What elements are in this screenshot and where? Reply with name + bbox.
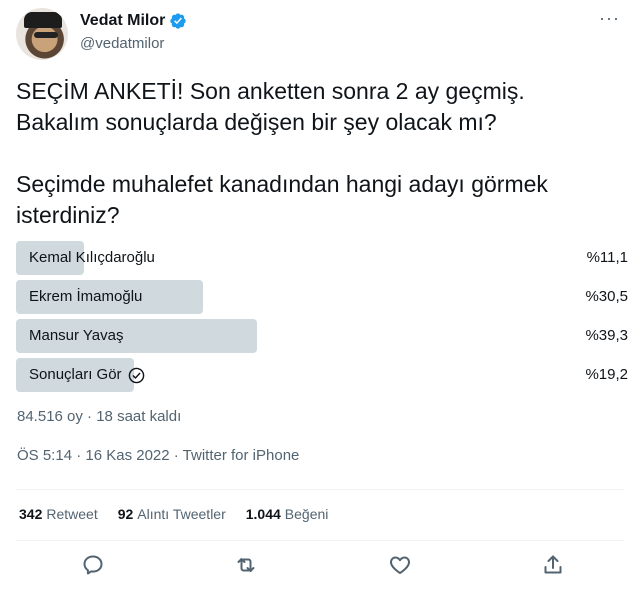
tweet-line: isterdiniz? xyxy=(16,202,120,228)
poll: Kemal Kılıçdaroğlu %11,1 Ekrem İmamoğlu … xyxy=(16,241,628,397)
poll-option-percent: %19,2 xyxy=(585,366,628,383)
tweet-timestamp[interactable]: ÖS 5:14 · 16 Kas 2022 · Twitter for iPho… xyxy=(17,447,299,464)
likes-stat[interactable]: 1.044 Beğeni xyxy=(246,506,329,522)
divider xyxy=(16,540,624,541)
poll-option-percent: %30,5 xyxy=(585,288,628,305)
tweet-line: Seçimde muhalefet kanadından hangi adayı… xyxy=(16,171,548,197)
action-bar xyxy=(0,553,640,583)
poll-vote-count: 84.516 oy · 18 saat kaldı xyxy=(17,408,182,425)
poll-option-label: Mansur Yavaş xyxy=(29,327,124,344)
avatar[interactable] xyxy=(16,8,68,60)
check-circle-icon xyxy=(128,367,144,383)
engagement-stats: 342 Retweet 92 Alıntı Tweetler 1.044 Beğeni xyxy=(19,506,328,522)
verified-badge-icon xyxy=(170,13,187,29)
poll-option[interactable]: Mansur Yavaş %39,3 xyxy=(16,319,628,353)
poll-option-label: Sonuçları Gör xyxy=(29,358,145,392)
divider xyxy=(16,489,624,490)
tweet-text: SEÇİM ANKETİ! Son anketten sonra 2 ay ge… xyxy=(16,76,616,231)
tweet-line: Bakalım sonuçlarda değişen bir şey olaca… xyxy=(16,109,497,135)
quotes-stat[interactable]: 92 Alıntı Tweetler xyxy=(118,506,226,522)
like-icon[interactable] xyxy=(388,553,414,579)
poll-option[interactable]: Ekrem İmamoğlu %30,5 xyxy=(16,280,628,314)
poll-option-label: Kemal Kılıçdaroğlu xyxy=(29,249,155,266)
tweet-header: Vedat Milor @vedatmilor ··· xyxy=(16,8,624,64)
author-name-row[interactable]: Vedat Milor xyxy=(80,12,187,30)
poll-option[interactable]: Kemal Kılıçdaroğlu %11,1 xyxy=(16,241,628,275)
retweets-stat[interactable]: 342 Retweet xyxy=(19,506,98,522)
author-display-name[interactable]: Vedat Milor xyxy=(80,12,165,30)
poll-option-percent: %11,1 xyxy=(586,249,628,266)
tweet-line: SEÇİM ANKETİ! Son anketten sonra 2 ay ge… xyxy=(16,78,525,104)
more-options-button[interactable]: ··· xyxy=(599,8,620,29)
author-handle[interactable]: @vedatmilor xyxy=(80,35,164,52)
poll-option-percent: %39,3 xyxy=(585,327,628,344)
retweet-icon[interactable] xyxy=(234,553,260,579)
poll-option-label: Ekrem İmamoğlu xyxy=(29,288,143,305)
poll-option[interactable]: Sonuçları Gör %19,2 xyxy=(16,358,628,392)
reply-icon[interactable] xyxy=(81,553,107,579)
share-icon[interactable] xyxy=(541,553,567,579)
